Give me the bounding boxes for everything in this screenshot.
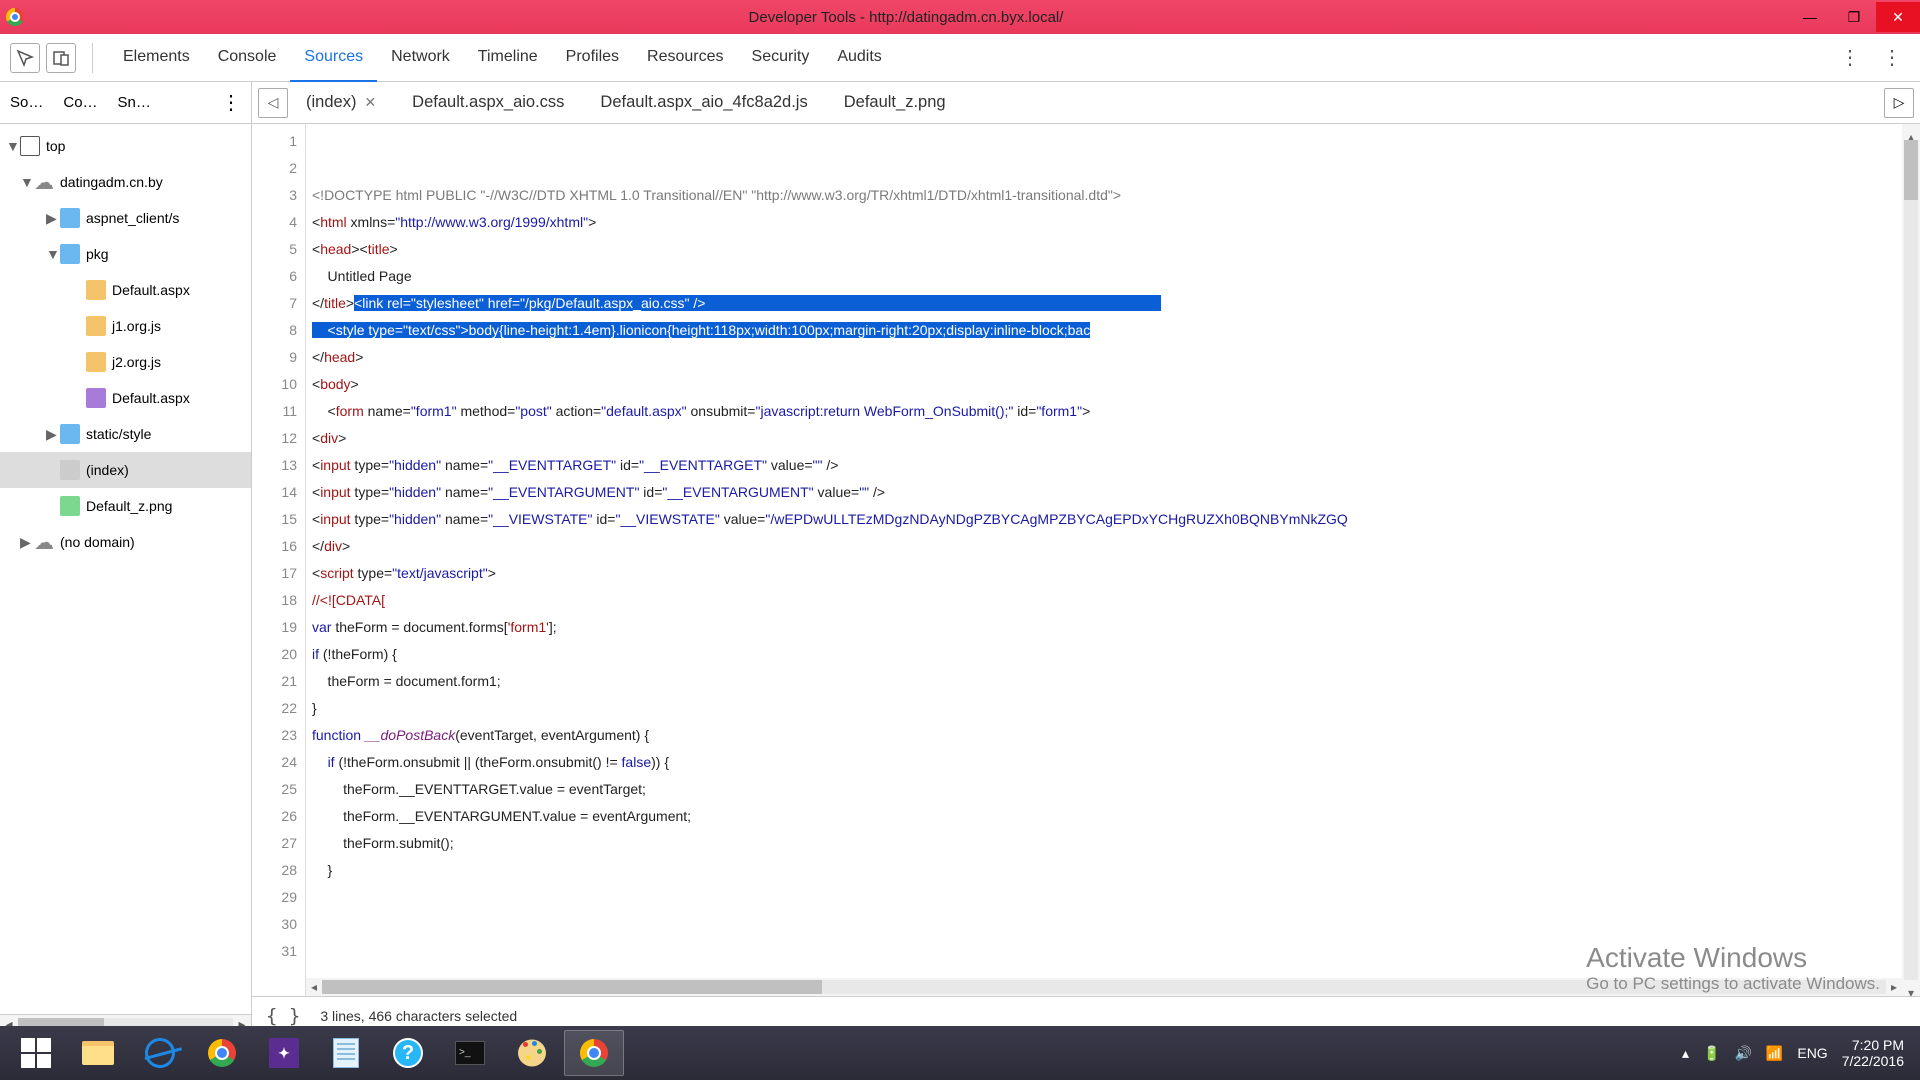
tree-item[interactable]: j2.org.js bbox=[0, 344, 251, 380]
panel-tab-console[interactable]: Console bbox=[204, 34, 291, 82]
code-vscrollbar[interactable]: ▴▾ bbox=[1902, 124, 1920, 996]
tree-item[interactable]: ▶☁(no domain) bbox=[0, 524, 251, 560]
windows-taskbar: ✦ ? ▴ 🔋 🔊 📶 ENG 7:20 PM7/22/2016 bbox=[0, 1026, 1920, 1080]
taskbar-ie[interactable] bbox=[130, 1030, 190, 1076]
taskbar-paint[interactable] bbox=[502, 1030, 562, 1076]
line-gutter: 1234567891011121314151617181920212223242… bbox=[252, 124, 306, 996]
system-tray[interactable]: ▴ 🔋 🔊 📶 ENG 7:20 PM7/22/2016 bbox=[1682, 1037, 1914, 1069]
tree-item[interactable]: j1.org.js bbox=[0, 308, 251, 344]
tree-item-label: pkg bbox=[86, 246, 109, 262]
panel-tab-security[interactable]: Security bbox=[738, 34, 824, 82]
device-mode-icon[interactable] bbox=[46, 43, 76, 73]
close-button[interactable]: ✕ bbox=[1876, 2, 1920, 32]
file-tree: ▼top▼☁datingadm.cn.by▶aspnet_client/s▼pk… bbox=[0, 124, 251, 1014]
code-area[interactable]: <!DOCTYPE html PUBLIC "-//W3C//DTD XHTML… bbox=[306, 124, 1902, 996]
tree-item-label: aspnet_client/s bbox=[86, 210, 179, 226]
tree-item[interactable]: ▼☁datingadm.cn.by bbox=[0, 164, 251, 200]
selection-status: 3 lines, 466 characters selected bbox=[320, 1008, 517, 1024]
tree-item[interactable]: ▶aspnet_client/s bbox=[0, 200, 251, 236]
tab-nav-left-icon[interactable]: ◁ bbox=[258, 88, 288, 118]
panel-tab-network[interactable]: Network bbox=[377, 34, 464, 82]
close-tab-icon[interactable]: ✕ bbox=[364, 94, 376, 110]
start-button[interactable] bbox=[6, 1030, 66, 1076]
tree-item[interactable]: Default_z.png bbox=[0, 488, 251, 524]
sidebar-tabs: So… Co… Sn… ⋮ bbox=[0, 82, 251, 124]
panel-tab-elements[interactable]: Elements bbox=[109, 34, 204, 82]
tab-nav-right-icon[interactable]: ▷ bbox=[1884, 88, 1914, 118]
pretty-print-icon[interactable]: { } bbox=[266, 1005, 300, 1027]
tree-item-label: Default.aspx bbox=[112, 390, 190, 406]
taskbar-cmd[interactable] bbox=[440, 1030, 500, 1076]
panel-tab-timeline[interactable]: Timeline bbox=[464, 34, 552, 82]
window-titlebar: Developer Tools - http://datingadm.cn.by… bbox=[0, 0, 1920, 34]
tree-item-label: (index) bbox=[86, 462, 129, 478]
taskbar-help[interactable]: ? bbox=[378, 1030, 438, 1076]
tree-item[interactable]: Default.aspx bbox=[0, 380, 251, 416]
tree-item-label: j2.org.js bbox=[112, 354, 161, 370]
taskbar-chrome-active[interactable] bbox=[564, 1030, 624, 1076]
code-hscrollbar[interactable]: ◂▸ bbox=[306, 978, 1902, 996]
battery-icon[interactable]: 🔋 bbox=[1703, 1045, 1720, 1062]
taskbar-chrome[interactable] bbox=[192, 1030, 252, 1076]
file-tab[interactable]: (index)✕ bbox=[288, 83, 394, 122]
file-tab[interactable]: Default.aspx_aio.css bbox=[394, 83, 582, 122]
tree-item[interactable]: Default.aspx bbox=[0, 272, 251, 308]
panel-tab-audits[interactable]: Audits bbox=[823, 34, 895, 82]
tree-item-label: top bbox=[46, 138, 65, 154]
chrome-icon bbox=[6, 8, 24, 26]
sidebar-tab-sources[interactable]: So… bbox=[0, 94, 53, 111]
tree-item-label: Default_z.png bbox=[86, 498, 172, 514]
sidebar-more-icon[interactable]: ⋮ bbox=[211, 90, 251, 115]
taskbar-explorer[interactable] bbox=[68, 1030, 128, 1076]
sources-sidebar: So… Co… Sn… ⋮ ▼top▼☁datingadm.cn.by▶aspn… bbox=[0, 82, 252, 1034]
panel-tab-sources[interactable]: Sources bbox=[290, 34, 377, 82]
window-title: Developer Tools - http://datingadm.cn.by… bbox=[24, 9, 1788, 26]
file-tabs: ◁ (index)✕Default.aspx_aio.cssDefault.as… bbox=[252, 82, 1920, 124]
tree-item[interactable]: (index) bbox=[0, 452, 251, 488]
sidebar-tab-content[interactable]: Co… bbox=[53, 94, 107, 111]
tree-item-label: datingadm.cn.by bbox=[60, 174, 163, 190]
inspect-icon[interactable] bbox=[10, 43, 40, 73]
volume-icon[interactable]: 🔊 bbox=[1734, 1045, 1751, 1062]
panel-tab-profiles[interactable]: Profiles bbox=[552, 34, 633, 82]
panel-tab-resources[interactable]: Resources bbox=[633, 34, 737, 82]
more-icon[interactable]: ⋮ bbox=[1832, 45, 1868, 70]
maximize-button[interactable]: ❐ bbox=[1832, 2, 1876, 32]
tree-item[interactable]: ▼top bbox=[0, 128, 251, 164]
minimize-button[interactable]: — bbox=[1788, 2, 1832, 32]
taskbar-visualstudio[interactable]: ✦ bbox=[254, 1030, 314, 1076]
tree-item-label: (no domain) bbox=[60, 534, 135, 550]
tree-item-label: static/style bbox=[86, 426, 151, 442]
clock[interactable]: 7:20 PM7/22/2016 bbox=[1842, 1037, 1904, 1069]
tree-item-label: j1.org.js bbox=[112, 318, 161, 334]
settings-icon[interactable]: ⋮ bbox=[1874, 45, 1910, 70]
file-tab[interactable]: Default.aspx_aio_4fc8a2d.js bbox=[582, 83, 825, 122]
network-icon[interactable]: 📶 bbox=[1766, 1045, 1783, 1062]
sidebar-tab-snippets[interactable]: Sn… bbox=[108, 94, 161, 111]
tree-item-label: Default.aspx bbox=[112, 282, 190, 298]
code-editor: ◁ (index)✕Default.aspx_aio.cssDefault.as… bbox=[252, 82, 1920, 1034]
tree-item[interactable]: ▶static/style bbox=[0, 416, 251, 452]
tray-chevron-icon[interactable]: ▴ bbox=[1682, 1045, 1689, 1062]
language-indicator[interactable]: ENG bbox=[1797, 1045, 1827, 1061]
tree-item[interactable]: ▼pkg bbox=[0, 236, 251, 272]
file-tab[interactable]: Default_z.png bbox=[826, 83, 964, 122]
devtools-toolbar: ElementsConsoleSourcesNetworkTimelinePro… bbox=[0, 34, 1920, 82]
taskbar-notepad[interactable] bbox=[316, 1030, 376, 1076]
